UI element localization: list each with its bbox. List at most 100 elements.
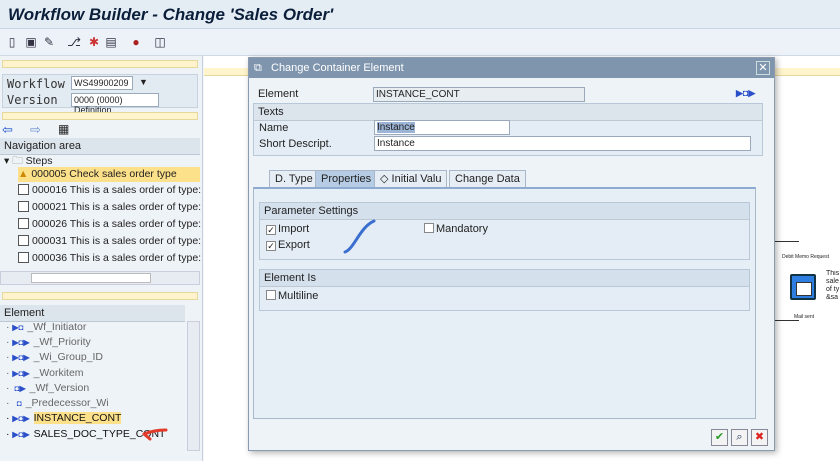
toolbar: ▯ ▣ ✎ ⎇ ✱ ▤ ● ◫ (0, 29, 840, 56)
element-label: _Wf_Initiator (27, 321, 87, 333)
link-icon[interactable]: ⎇ (67, 35, 81, 49)
version-select[interactable]: 0000 (0000) Definition (71, 93, 159, 115)
step-node-text: This sale of ty &sa (826, 270, 840, 301)
mail-icon (18, 201, 29, 212)
tab-change-data[interactable]: Change Data (449, 170, 526, 187)
parameter-settings-group: Parameter Settings ✓ Import ✓ Export Manda… (259, 202, 750, 260)
element-icon: ▶◘▶ (12, 414, 30, 423)
panel-splitter[interactable] (2, 292, 198, 300)
import-checkbox[interactable]: ✓ Import (266, 223, 309, 235)
step-item[interactable]: 000031 This is a sales order of type: (18, 234, 201, 249)
help-icon[interactable]: ● (129, 35, 143, 49)
step-label: 000016 This is a sales order of type: (32, 184, 202, 196)
mail-icon (18, 184, 29, 195)
open-icon[interactable]: ▣ (24, 35, 38, 49)
search-button[interactable]: ⌕ (731, 429, 748, 446)
workflow-label: Workflow (7, 77, 65, 91)
element-label: _Workitem (33, 367, 84, 379)
element-type-icon[interactable]: ▶◘▶ (736, 88, 755, 99)
forward-icon[interactable]: ⇨ (30, 122, 41, 138)
tab-data-type[interactable]: D. Type (269, 170, 319, 187)
element-icon: ▶◘▶ (12, 430, 30, 439)
dialog-title: Change Container Element (271, 62, 404, 74)
element-label: _Predecessor_Wi (25, 397, 109, 409)
workflow-input[interactable]: WS49900209 (71, 76, 133, 90)
workflow-box: Workflow WS49900209 ▼ Version 0000 (0000… (2, 74, 198, 115)
element-icon: ▶◘▶ (12, 353, 30, 362)
check-icon: ✓ (266, 225, 276, 235)
parameter-settings-header: Parameter Settings (260, 203, 749, 220)
send-mail-step-icon[interactable] (790, 274, 816, 300)
tab-label: D. Type (275, 173, 313, 185)
tab-label: Change Data (455, 173, 520, 185)
confirm-button[interactable]: ✔ (711, 429, 728, 446)
step-label: 000031 This is a sales order of type: (32, 235, 202, 247)
export-label: Export (278, 239, 310, 251)
element-label: _Wf_Priority (33, 336, 91, 348)
left-panel: Workflow WS49900209 ▼ Version 0000 (0000… (0, 56, 203, 461)
step-item[interactable]: ▲ 000005 Check sales order type (18, 167, 200, 182)
annotation-arrow (142, 428, 168, 441)
element-item[interactable]: · ◘ _Predecessor_Wi (6, 396, 109, 411)
step-label: 000036 This is a sales order of type: (32, 252, 202, 264)
element-icon: ◘▶ (12, 384, 26, 393)
element-label: INSTANCE_CONT (33, 412, 122, 424)
step-item[interactable]: 000036 This is a sales order of type: (18, 251, 201, 266)
horizontal-scrollbar[interactable] (0, 271, 200, 285)
multiline-label: Multiline (278, 290, 319, 302)
edit-icon[interactable]: ✎ (42, 35, 56, 49)
overview-icon[interactable]: ▦ (58, 122, 69, 136)
name-input[interactable]: Instance (374, 120, 510, 135)
name-label: Name (259, 122, 289, 134)
step-item[interactable]: 000016 This is a sales order of type: (18, 183, 201, 198)
texts-group: Texts Name Instance Short Descript. Inst… (253, 103, 763, 156)
layout-icon[interactable]: ◫ (153, 35, 167, 49)
element-label: Element (258, 88, 299, 100)
panel-splitter[interactable] (2, 112, 198, 120)
version-label: Version (7, 93, 58, 107)
flow-label: Mail sent (794, 314, 815, 320)
step-label: 000026 This is a sales order of type: (32, 218, 202, 230)
tab-label: Properties (321, 173, 372, 185)
element-item[interactable]: · ▶◘▶ INSTANCE_CONT (6, 411, 122, 426)
element-item[interactable]: · ▶◘▶ _Wi_Group_ID (6, 350, 103, 365)
short-description-input[interactable]: Instance (374, 136, 751, 151)
step-item[interactable]: 000026 This is a sales order of type: (18, 217, 201, 232)
dropdown-icon[interactable]: ▼ (139, 77, 148, 87)
activate-icon[interactable]: ✱ (87, 35, 101, 49)
panel-splitter[interactable] (2, 60, 198, 68)
element-icon: ▶◘ (12, 323, 24, 332)
tab-properties[interactable]: Properties (315, 170, 378, 187)
element-is-header: Element Is (260, 270, 749, 287)
tab-label: Initial Valu (391, 173, 442, 185)
texts-header: Texts (254, 104, 762, 121)
import-label: Import (278, 223, 310, 235)
element-item[interactable]: · ▶◘▶ _Workitem (6, 366, 84, 381)
mandatory-checkbox[interactable]: Mandatory (424, 223, 488, 235)
new-icon[interactable]: ▯ (5, 35, 19, 49)
vertical-scrollbar[interactable] (187, 321, 200, 451)
tab-content: Parameter Settings ✓ Import ✓ Export Manda… (253, 187, 756, 419)
mail-icon (18, 252, 29, 263)
step-label: 000021 This is a sales order of type: (32, 201, 202, 213)
change-container-element-dialog: ⧉ Change Container Element ✕ Element INST… (248, 57, 775, 451)
step-item[interactable]: 000021 This is a sales order of type: (18, 200, 201, 215)
element-item[interactable]: · ◘▶ _Wf_Version (6, 381, 89, 396)
mail-icon (18, 235, 29, 246)
close-button[interactable]: ✕ (756, 61, 770, 75)
element-label: _Wi_Group_ID (33, 351, 104, 363)
back-icon[interactable]: ⇦ (2, 122, 13, 138)
element-icon: ▶◘▶ (12, 338, 30, 347)
element-item[interactable]: · ▶◘▶ _Wf_Priority (6, 335, 91, 350)
element-icon: ◘ (12, 399, 22, 408)
check-icon: ✓ (266, 241, 276, 251)
export-checkbox[interactable]: ✓ Export (266, 239, 310, 251)
multiline-checkbox[interactable]: Multiline (266, 290, 318, 302)
element-field: INSTANCE_CONT (373, 87, 585, 102)
display-icon[interactable]: ▤ (104, 35, 118, 49)
tab-initial-value[interactable]: ◇ Initial Valu (374, 170, 448, 187)
checkbox-box (266, 290, 276, 300)
cancel-button[interactable]: ✖ (751, 429, 768, 446)
dialog-icon: ⧉ (254, 62, 262, 74)
element-item[interactable]: · ▶◘ _Wf_Initiator (6, 320, 86, 335)
